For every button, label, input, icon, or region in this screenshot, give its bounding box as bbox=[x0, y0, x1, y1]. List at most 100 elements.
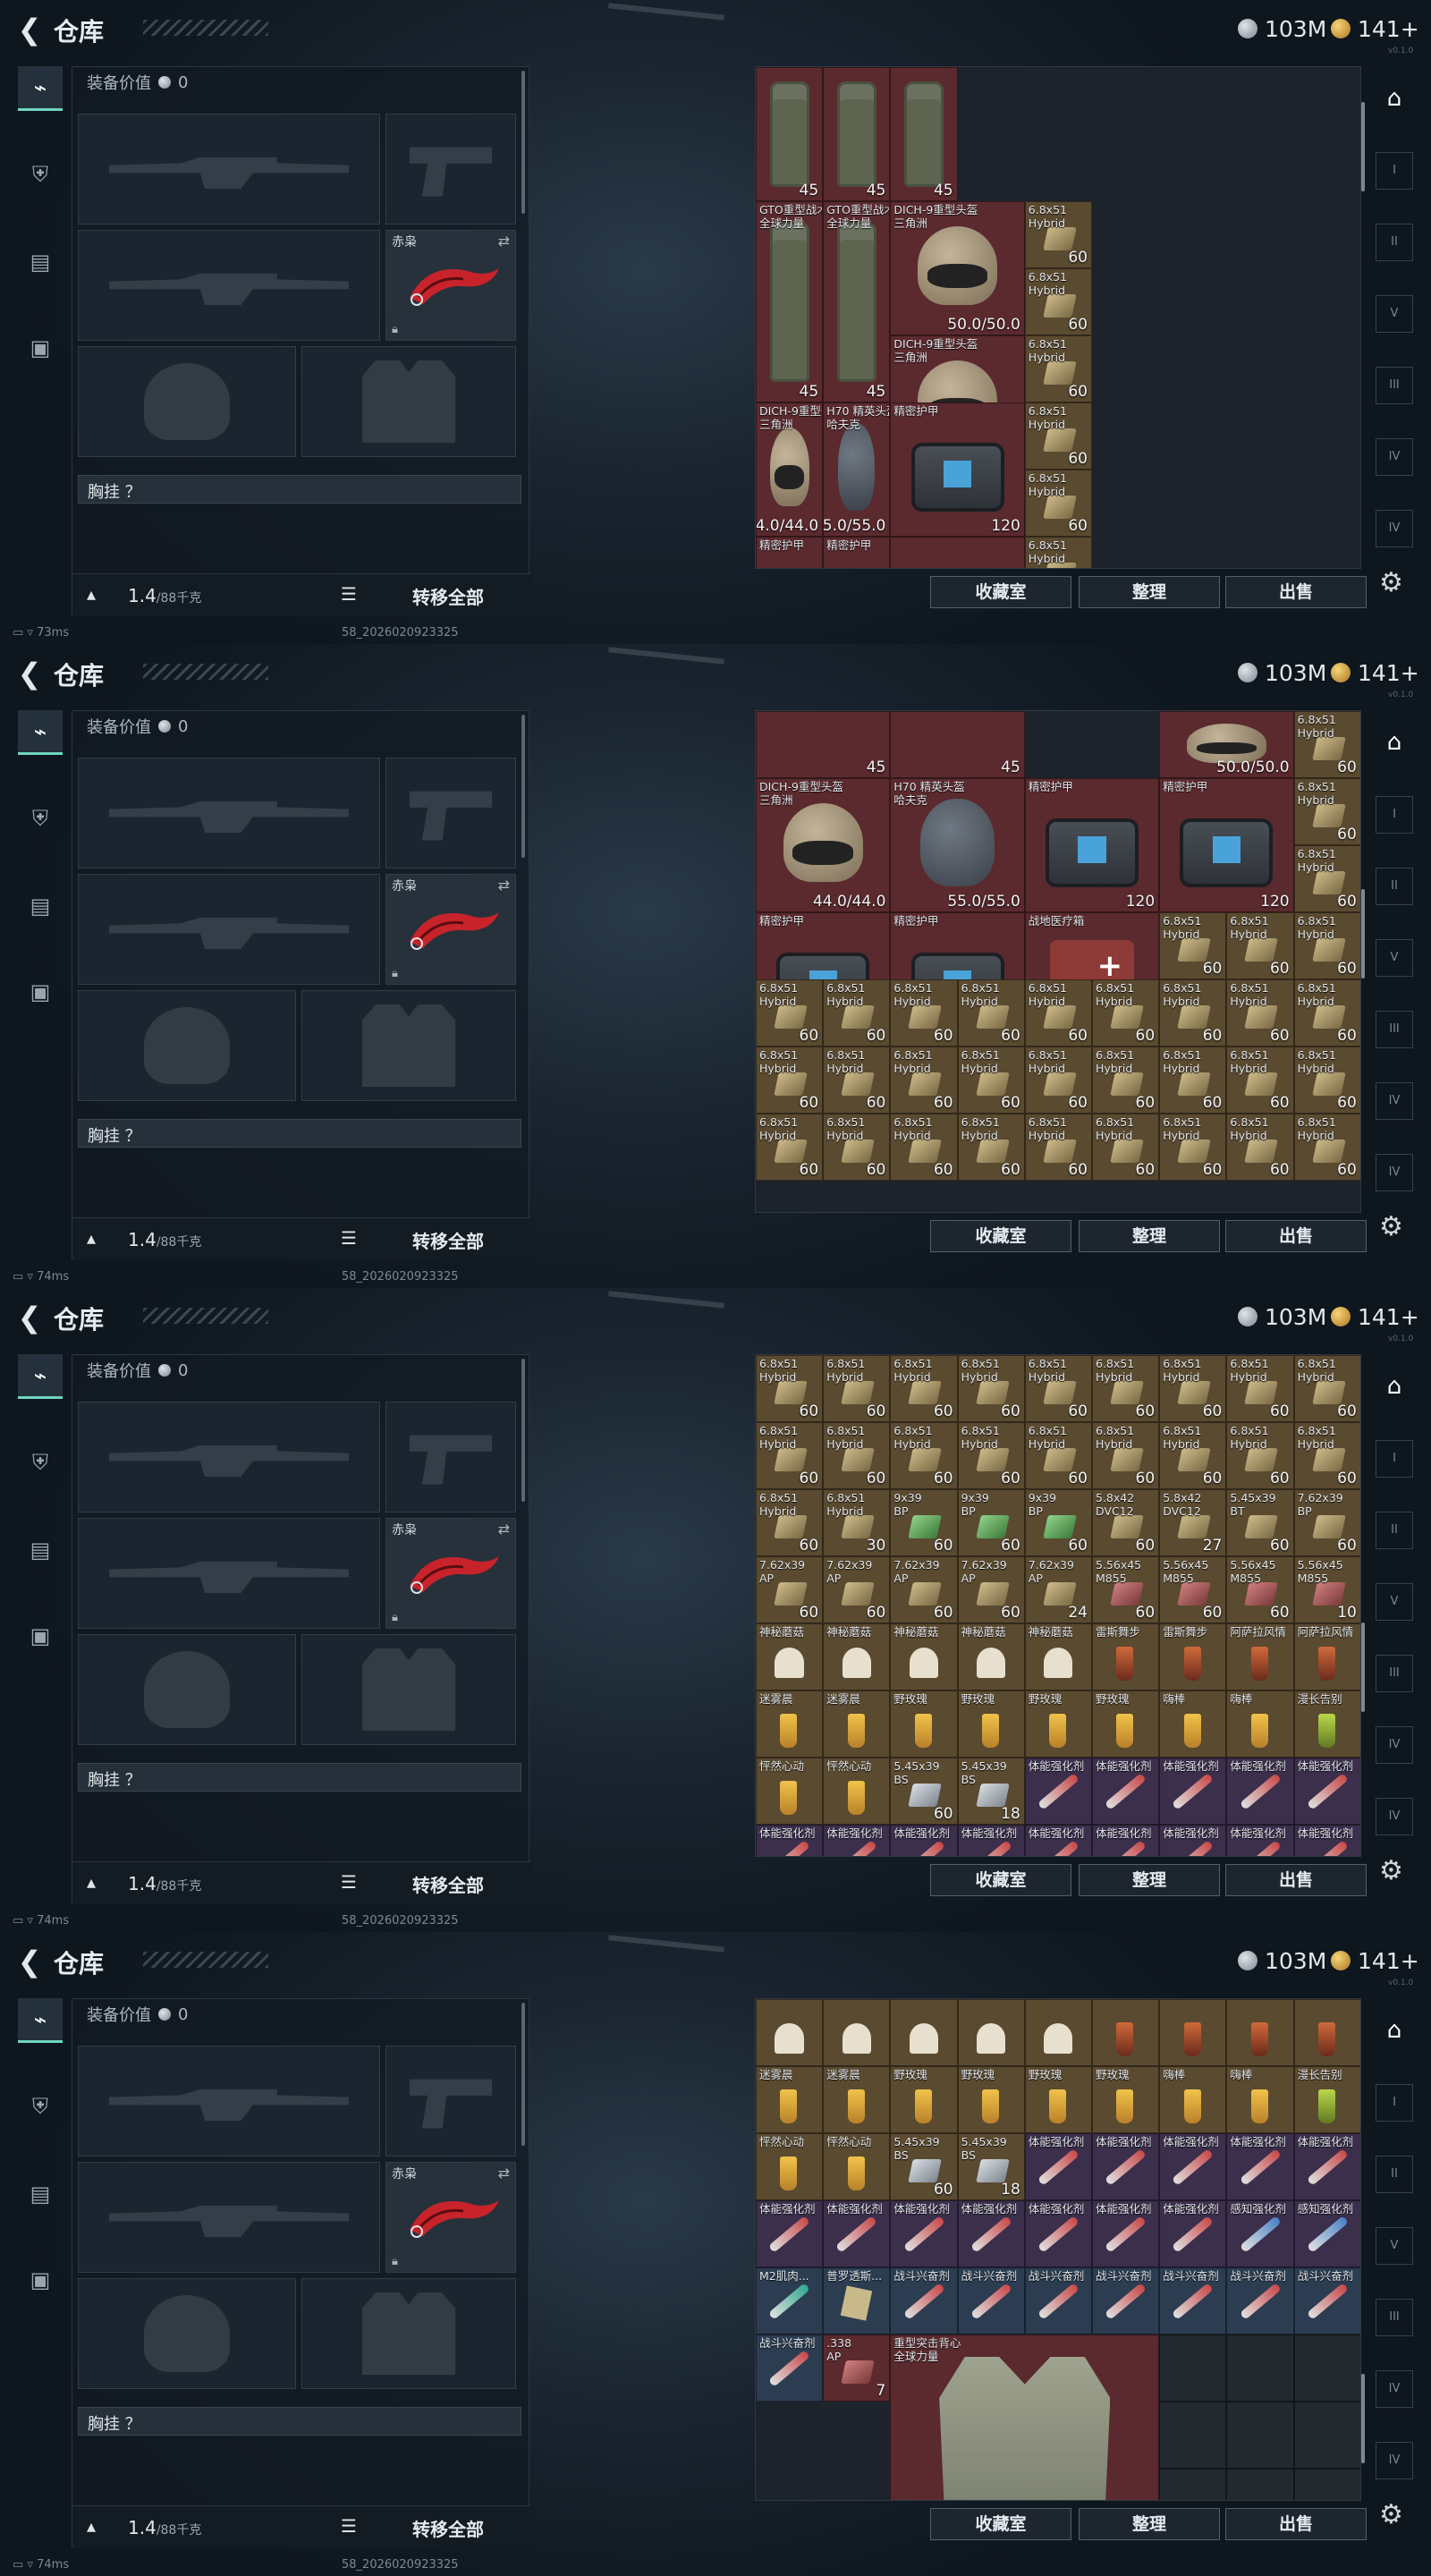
stash-item[interactable]: 雷斯舞步 bbox=[1092, 1623, 1160, 1690]
empty-stash-slot[interactable] bbox=[1226, 2469, 1294, 2500]
stash-item[interactable]: 6.8x51 Hybrid60 bbox=[890, 1355, 958, 1422]
stash-item[interactable]: DICH-9重型头盔 三角洲 44.0/44.0 bbox=[756, 778, 891, 912]
knife-slot[interactable]: 赤枭 ⇄ 🔒︎ bbox=[385, 230, 516, 341]
stash-item[interactable]: 6.8x51 Hybrid60 bbox=[890, 1422, 958, 1489]
stash-item[interactable]: 5.56x45 M855 10 bbox=[1293, 1556, 1360, 1623]
stash-item[interactable]: 6.8x51 Hybrid60 bbox=[823, 1355, 891, 1422]
stash-item[interactable]: 体能强化剂 bbox=[1159, 1825, 1227, 1856]
stash-item[interactable]: 6.8x51 Hybrid60 bbox=[823, 1046, 891, 1114]
stash-item[interactable]: 神秘蘑菇 bbox=[957, 1623, 1025, 1690]
stash-item[interactable] bbox=[957, 1999, 1025, 2066]
stash-item[interactable]: 7.62x39 AP 60 bbox=[756, 1556, 824, 1623]
stash-item[interactable]: 战斗兴奋剂 bbox=[756, 2334, 824, 2402]
stash-item[interactable]: 6.8x51 Hybrid60 bbox=[1293, 1422, 1360, 1489]
sort-button[interactable]: 整理 bbox=[1079, 2508, 1220, 2540]
stash-home-icon[interactable]: ⌂ bbox=[1376, 80, 1413, 118]
empty-stash-slot[interactable] bbox=[1159, 2334, 1227, 2402]
stash-item[interactable]: 5.45x39 BS 60 bbox=[890, 2133, 958, 2200]
helmet-slot[interactable] bbox=[78, 990, 296, 1101]
settings-gear-icon[interactable]: ⚙ bbox=[1379, 1211, 1403, 1242]
stash-item[interactable]: 体能强化剂 bbox=[890, 1825, 958, 1856]
stash-item[interactable]: 体能强化剂 bbox=[823, 2200, 891, 2267]
stash-item[interactable]: 嗨棒 bbox=[1159, 1690, 1227, 1758]
stash-item[interactable]: 迷雾晨 bbox=[823, 1690, 891, 1758]
stash-item[interactable]: 6.8x51 Hybrid60 bbox=[1293, 711, 1360, 778]
loadout-scrollbar[interactable] bbox=[521, 2003, 525, 2146]
stash-item[interactable]: 6.8x51 Hybrid60 bbox=[1092, 1422, 1160, 1489]
settings-gear-icon[interactable]: ⚙ bbox=[1379, 1855, 1403, 1886]
stash-item[interactable]: 6.8x51 Hybrid60 bbox=[756, 1422, 824, 1489]
gold-currency[interactable]: 141+ bbox=[1331, 14, 1419, 43]
stash-item[interactable]: 5.45x39 BS 18 bbox=[957, 1758, 1025, 1825]
back-arrow-icon[interactable]: ❮ bbox=[14, 1946, 45, 1977]
stash-page-6[interactable]: IV bbox=[1376, 2442, 1413, 2479]
stash-item[interactable]: 6.8x51 Hybrid60 bbox=[1159, 912, 1227, 979]
stash-item[interactable]: 6.8x51 Hybrid60 bbox=[1024, 1422, 1092, 1489]
stash-item[interactable]: 6.8x51 Hybrid60 bbox=[756, 1489, 824, 1556]
stash-item[interactable]: 5.8x42 DVC12 27 bbox=[1159, 1489, 1227, 1556]
empty-stash-slot[interactable] bbox=[1226, 2334, 1294, 2402]
stash-home-icon[interactable]: ⌂ bbox=[1376, 724, 1413, 762]
stash-item[interactable]: 6.8x51 Hybrid60 bbox=[1159, 1114, 1227, 1181]
stash-item[interactable]: 9x39 BP 60 bbox=[890, 1489, 958, 1556]
stash-item[interactable]: 6.8x51 Hybrid60 bbox=[1293, 912, 1360, 979]
stash-item[interactable]: 精密护甲 bbox=[823, 537, 891, 568]
helmet-slot[interactable] bbox=[78, 2278, 296, 2389]
case-category-icon[interactable]: ▣ bbox=[18, 1614, 63, 1658]
stash-item[interactable]: 野玫瑰 bbox=[1092, 2066, 1160, 2133]
stash-item[interactable]: 6.8x51 Hybrid60 bbox=[756, 1114, 824, 1181]
stash-item[interactable]: 体能强化剂 bbox=[1226, 1825, 1294, 1856]
secondary-weapon-slot[interactable] bbox=[78, 230, 380, 341]
stash-item[interactable]: 6.8x51 Hybrid60 bbox=[890, 979, 958, 1046]
stash-item[interactable]: 体能强化剂 bbox=[890, 2200, 958, 2267]
stash-item[interactable]: 6.8x51 Hybrid60 bbox=[1092, 1114, 1160, 1181]
stash-page-3[interactable]: V bbox=[1376, 2227, 1413, 2265]
stash-item[interactable] bbox=[1293, 1999, 1360, 2066]
stash-grid[interactable]: 454545GTO重型战术包 全球力量45GTO重型战术包 全球力量45DICH… bbox=[755, 66, 1361, 569]
stash-item[interactable]: 嗨棒 bbox=[1226, 2066, 1294, 2133]
stash-item[interactable]: 6.8x51 Hybrid60 bbox=[1024, 1114, 1092, 1181]
stash-item[interactable]: GTO重型战术包 全球力量 45 bbox=[823, 201, 891, 402]
stash-page-6[interactable]: IV bbox=[1376, 1154, 1413, 1191]
transfer-all-button[interactable]: 转移全部 bbox=[412, 2515, 484, 2541]
stash-item[interactable]: 6.8x51 Hybrid60 bbox=[1024, 537, 1092, 568]
stash-item[interactable]: 怦然心动 bbox=[823, 2133, 891, 2200]
collection-button[interactable]: 收藏室 bbox=[930, 1220, 1071, 1252]
helmet-category-icon[interactable]: ⛨ bbox=[18, 796, 63, 841]
gold-currency[interactable]: 141+ bbox=[1331, 1946, 1419, 1975]
stash-item[interactable]: 5.45x39 BS 60 bbox=[890, 1758, 958, 1825]
empty-stash-slot[interactable] bbox=[1293, 2334, 1360, 2402]
stash-item[interactable]: 6.8x51 Hybrid60 bbox=[1159, 1355, 1227, 1422]
stash-item[interactable]: 6.8x51 Hybrid60 bbox=[1092, 979, 1160, 1046]
stash-item[interactable]: 野玫瑰 bbox=[957, 2066, 1025, 2133]
sort-button[interactable]: 整理 bbox=[1079, 1864, 1220, 1896]
stash-page-2[interactable]: II bbox=[1376, 2156, 1413, 2193]
stash-item[interactable]: 体能强化剂 bbox=[1024, 1825, 1092, 1856]
stash-item[interactable]: 体能强化剂 bbox=[1293, 1758, 1360, 1825]
stash-item[interactable] bbox=[1159, 1999, 1227, 2066]
stash-item[interactable]: 6.8x51 Hybrid60 bbox=[1024, 1046, 1092, 1114]
stash-item[interactable]: 感知强化剂 bbox=[1226, 2200, 1294, 2267]
stash-scroll-thumb[interactable] bbox=[1361, 2374, 1365, 2463]
stash-item[interactable]: 体能强化剂 bbox=[957, 2200, 1025, 2267]
stash-item[interactable]: 野玫瑰 bbox=[1024, 2066, 1092, 2133]
stash-item[interactable] bbox=[1024, 1999, 1092, 2066]
stash-item[interactable]: 50.0/50.0 bbox=[1159, 711, 1294, 778]
stash-item[interactable]: 5.56x45 M855 60 bbox=[1092, 1556, 1160, 1623]
list-icon[interactable]: ☰ bbox=[341, 1227, 357, 1249]
stash-page-4[interactable]: III bbox=[1376, 2299, 1413, 2336]
stash-item[interactable]: 6.8x51 Hybrid60 bbox=[756, 1355, 824, 1422]
stash-item[interactable]: 7.62x39 AP 24 bbox=[1024, 1556, 1092, 1623]
chest-rig-slot[interactable]: 胸挂 ？ bbox=[78, 475, 521, 504]
stash-item[interactable]: 迷雾晨 bbox=[756, 2066, 824, 2133]
stash-item[interactable]: 战斗兴奋剂 bbox=[1293, 2267, 1360, 2334]
stash-item[interactable]: 6.8x51 Hybrid60 bbox=[1293, 979, 1360, 1046]
secondary-weapon-slot[interactable] bbox=[78, 1518, 380, 1629]
stash-item[interactable]: 体能强化剂 bbox=[1159, 2133, 1227, 2200]
stash-item[interactable]: 6.8x51 Hybrid60 bbox=[1226, 1114, 1294, 1181]
sort-button[interactable]: 整理 bbox=[1079, 576, 1220, 608]
stash-item[interactable]: 体能强化剂 bbox=[1092, 1825, 1160, 1856]
stash-item[interactable]: 5.8x42 DVC12 60 bbox=[1092, 1489, 1160, 1556]
stash-item[interactable]: 战斗兴奋剂 bbox=[1092, 2267, 1160, 2334]
stash-item[interactable]: 6.8x51 Hybrid60 bbox=[1226, 912, 1294, 979]
